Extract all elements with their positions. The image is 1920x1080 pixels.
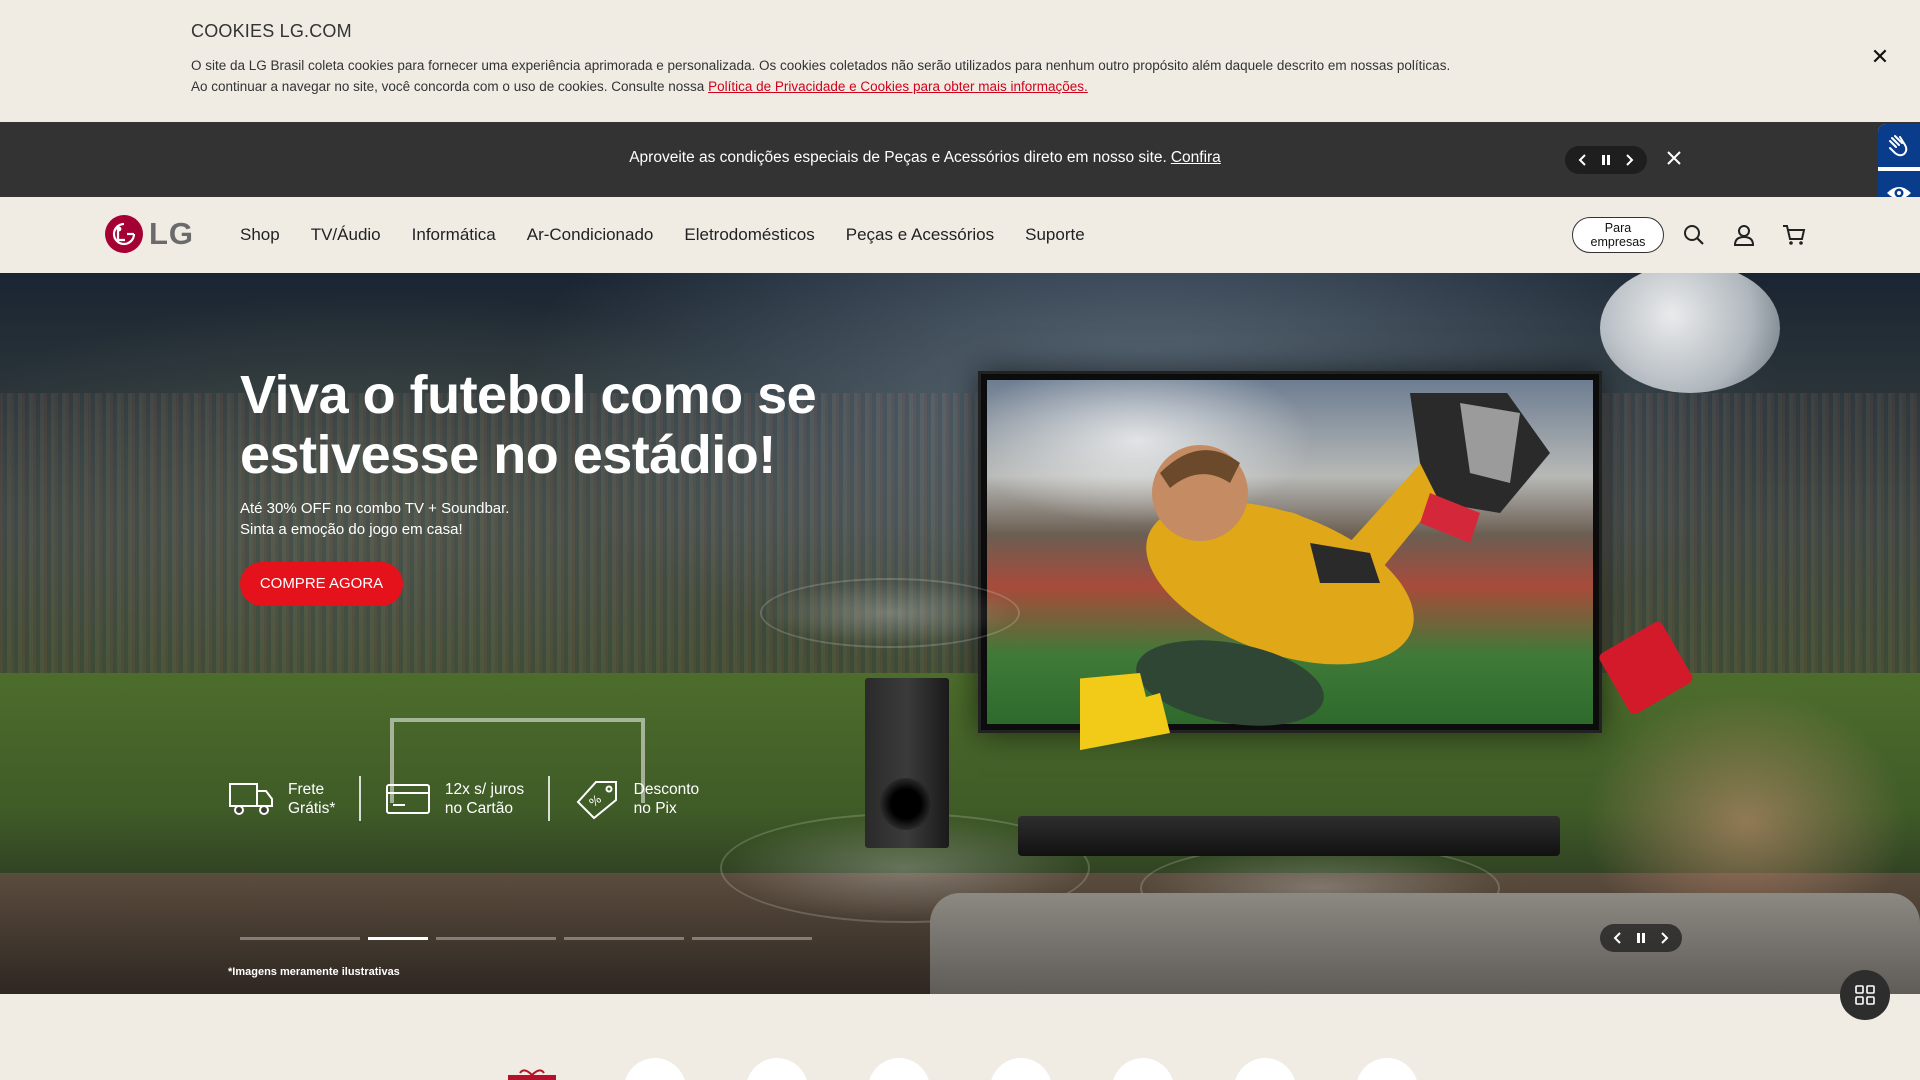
buy-now-button[interactable]: COMPRE AGORA bbox=[240, 562, 403, 606]
promo-message-text: Aproveite as condições especiais de Peça… bbox=[629, 149, 1167, 166]
hero-subtitle-line-1: Até 30% OFF no combo TV + Soundbar. bbox=[240, 500, 510, 517]
slide-indicator[interactable] bbox=[564, 937, 684, 940]
nav-item-suporte[interactable]: Suporte bbox=[1025, 225, 1085, 245]
cookie-text: O site da LG Brasil coleta cookies para … bbox=[191, 55, 1691, 97]
category-item[interactable] bbox=[624, 1058, 686, 1080]
subwoofer-image bbox=[865, 678, 949, 848]
category-item[interactable] bbox=[746, 1058, 808, 1080]
nav-item-shop[interactable]: Shop bbox=[240, 225, 280, 245]
hero-title: Viva o futebol como se estivesse no está… bbox=[240, 365, 817, 485]
grid-menu-icon[interactable] bbox=[1840, 970, 1890, 1020]
promo-next-icon[interactable] bbox=[1619, 150, 1639, 170]
nav-item-ar-condicionado[interactable]: Ar-Condicionado bbox=[527, 225, 654, 245]
benefit-installments-line-2: no Cartão bbox=[444, 799, 513, 817]
promo-close-icon[interactable] bbox=[1662, 147, 1686, 171]
tag-icon: % bbox=[576, 780, 617, 819]
lg-logo[interactable]: LG bbox=[105, 215, 194, 253]
business-line-1: Para bbox=[1604, 221, 1632, 235]
nav-item-tv-audio[interactable]: TV/Áudio bbox=[311, 225, 381, 245]
privacy-policy-link[interactable]: Política de Privacidade e Cookies para o… bbox=[708, 79, 1088, 94]
truck-icon bbox=[229, 782, 273, 815]
benefit-divider bbox=[548, 776, 550, 821]
benefit-free-shipping: Frete Grátis* bbox=[228, 780, 335, 818]
nav-item-pecas-acessorios[interactable]: Peças e Acessórios bbox=[846, 225, 994, 245]
cookie-line-2-text: Ao continuar a navegar no site, você con… bbox=[191, 79, 705, 94]
cookie-banner: COOKIES LG.COM O site da LG Brasil colet… bbox=[0, 0, 1920, 122]
promo-link[interactable]: Confira bbox=[1171, 149, 1221, 166]
sign-language-icon[interactable] bbox=[1878, 124, 1920, 167]
business-button[interactable]: Para empresas bbox=[1572, 217, 1664, 253]
slide-indicator[interactable] bbox=[692, 937, 812, 940]
main-nav: Shop TV/Áudio Informática Ar-Condicionad… bbox=[240, 225, 1116, 245]
svg-text:%: % bbox=[586, 791, 604, 809]
benefits-row: Frete Grátis* 12x s/ juros no Cartão % Des… bbox=[228, 776, 699, 821]
search-icon[interactable] bbox=[1682, 223, 1706, 247]
cookie-line-2: Ao continuar a navegar no site, você con… bbox=[191, 76, 1691, 97]
soccer-ball-image bbox=[1600, 273, 1780, 393]
category-item[interactable] bbox=[1234, 1058, 1296, 1080]
promo-bar: Aproveite as condições especiais de Peça… bbox=[0, 122, 1920, 197]
benefit-pix-text: Desconto no Pix bbox=[634, 780, 699, 818]
hero-subtitle-line-2: Sinta a emoção do jogo em casa! bbox=[240, 521, 463, 538]
slide-indicators bbox=[240, 937, 820, 940]
hero-banner: Viva o futebol como se estivesse no está… bbox=[0, 273, 1920, 994]
main-header: LG Shop TV/Áudio Informática Ar-Condicio… bbox=[0, 197, 1920, 273]
cookie-close-icon[interactable]: ✕ bbox=[1868, 45, 1892, 69]
slide-indicator[interactable] bbox=[240, 937, 360, 940]
category-row bbox=[0, 1054, 1920, 1080]
slide-indicator[interactable] bbox=[436, 937, 556, 940]
category-item[interactable] bbox=[990, 1058, 1052, 1080]
cart-icon[interactable] bbox=[1782, 223, 1806, 247]
category-item[interactable] bbox=[868, 1058, 930, 1080]
benefit-installments-line-1: 12x s/ juros bbox=[444, 780, 525, 798]
hero-carousel-controls bbox=[1600, 924, 1682, 952]
business-line-2: empresas bbox=[1590, 235, 1646, 249]
cookie-line-1: O site da LG Brasil coleta cookies para … bbox=[191, 58, 1451, 73]
promo-pause-icon[interactable] bbox=[1596, 150, 1616, 170]
benefit-free-shipping-text: Frete Grátis* bbox=[288, 780, 335, 818]
benefit-free-shipping-line-1: Frete bbox=[288, 780, 325, 798]
benefit-installments: 12x s/ juros no Cartão bbox=[385, 780, 524, 818]
hero-subtitle: Até 30% OFF no combo TV + Soundbar. Sint… bbox=[240, 498, 640, 540]
gift-icon[interactable] bbox=[506, 1068, 558, 1080]
benefit-pix-line-2: no Pix bbox=[633, 799, 677, 817]
hero-next-icon[interactable] bbox=[1654, 928, 1674, 948]
slide-indicator-active[interactable] bbox=[368, 937, 428, 940]
lg-logo-text: LG bbox=[149, 216, 195, 251]
promo-carousel-controls bbox=[1565, 146, 1647, 174]
nav-item-informatica[interactable]: Informática bbox=[412, 225, 496, 245]
card-icon bbox=[385, 783, 430, 814]
benefit-divider bbox=[359, 776, 361, 821]
benefit-free-shipping-line-2: Grátis* bbox=[288, 799, 336, 817]
nav-item-eletrodomesticos[interactable]: Eletrodomésticos bbox=[684, 225, 814, 245]
category-item[interactable] bbox=[1112, 1058, 1174, 1080]
lg-logo-icon bbox=[105, 215, 143, 253]
subwoofer-cone bbox=[880, 778, 932, 830]
sound-wave-graphic bbox=[760, 578, 1020, 648]
promo-prev-icon[interactable] bbox=[1573, 150, 1593, 170]
benefit-installments-text: 12x s/ juros no Cartão bbox=[445, 780, 524, 818]
benefit-pix-discount: % Desconto no Pix bbox=[574, 778, 699, 820]
hero-prev-icon[interactable] bbox=[1608, 928, 1628, 948]
cookie-title: COOKIES LG.COM bbox=[191, 21, 352, 41]
category-item[interactable] bbox=[1356, 1058, 1418, 1080]
hero-pause-icon[interactable] bbox=[1631, 928, 1651, 948]
couch-image bbox=[930, 893, 1920, 994]
user-icon[interactable] bbox=[1732, 223, 1756, 247]
benefit-pix-line-1: Desconto bbox=[633, 780, 700, 798]
hero-disclaimer: *Imagens meramente ilustrativas bbox=[228, 966, 400, 978]
